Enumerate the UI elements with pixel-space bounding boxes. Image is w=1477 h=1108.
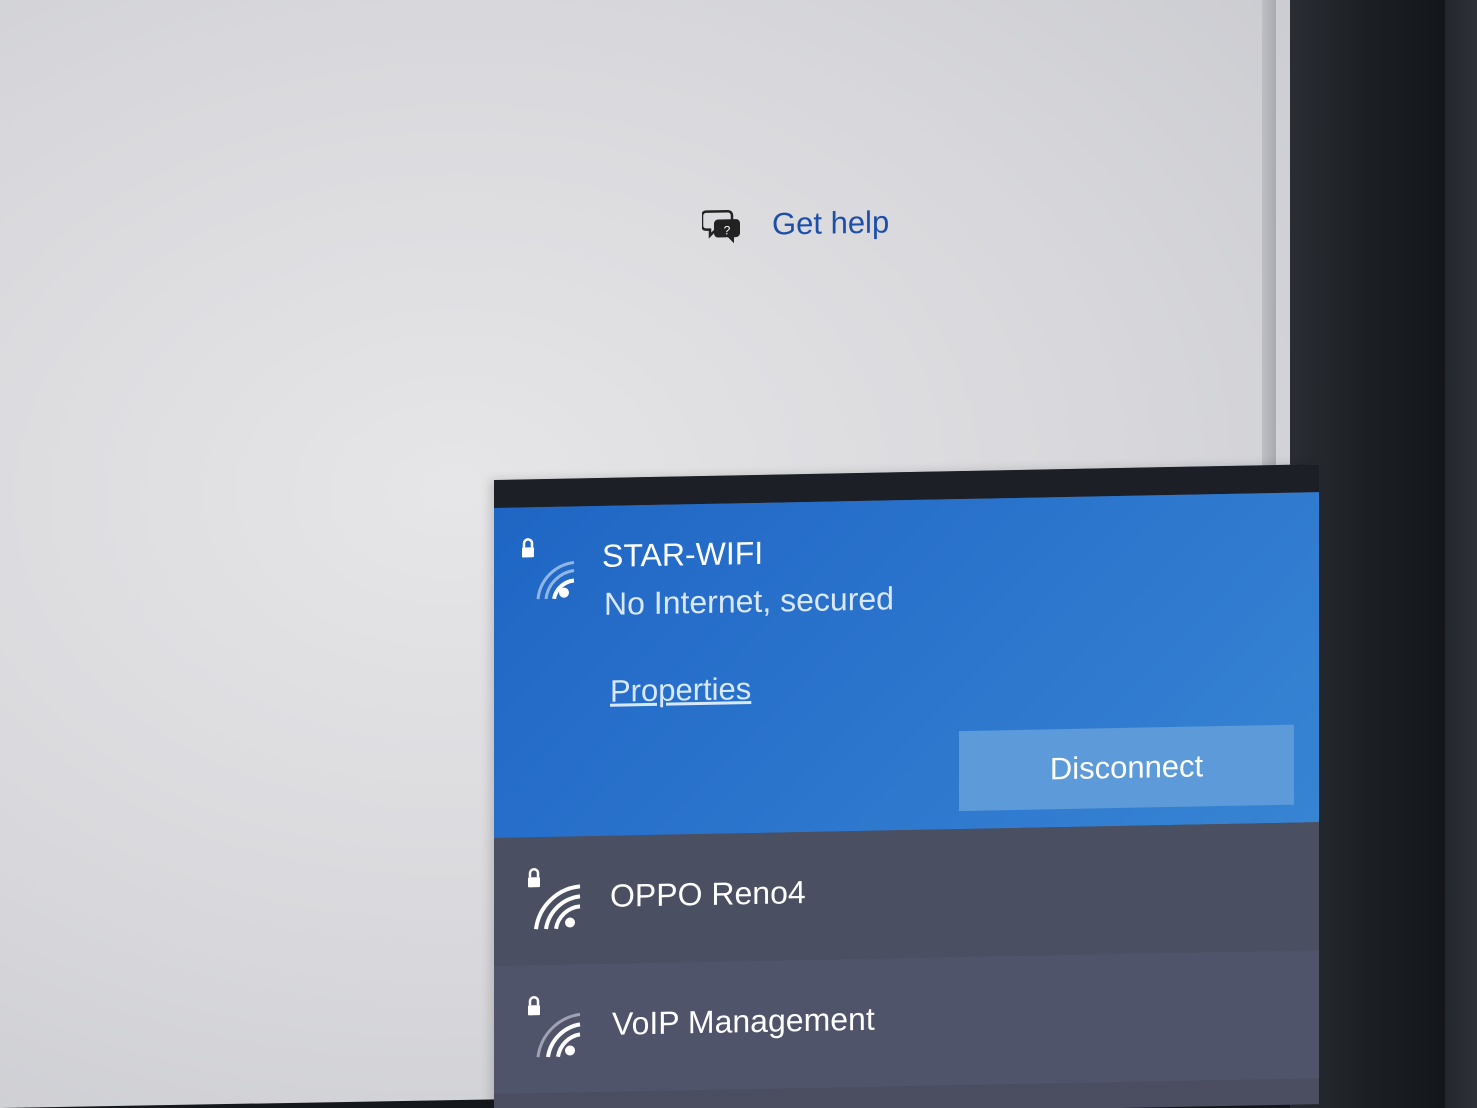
network-ssid: OPPO Reno4 [610,874,806,914]
laptop-bezel-edge [1445,0,1477,1108]
network-flyout: STAR-WIFI No Internet, secured Propertie… [494,464,1319,1108]
disconnect-button[interactable]: Disconnect [959,724,1294,812]
svg-text:?: ? [724,223,731,237]
properties-link[interactable]: Properties [610,671,751,710]
network-ssid: VoIP Management [612,1000,875,1042]
connected-network-panel[interactable]: STAR-WIFI No Internet, secured Propertie… [494,492,1319,838]
connected-network-status: No Internet, secured [604,580,894,622]
connected-network-ssid: STAR-WIFI [602,534,764,574]
get-help-link[interactable]: ? Get help [702,202,889,245]
chat-help-icon: ? [702,210,740,244]
screen: ✕ ? Get help STAR-WIFI No Interne [0,0,1477,1108]
wifi-signal-icon [522,538,575,600]
wifi-signal-icon [528,868,581,930]
get-help-label: Get help [772,204,890,242]
network-list-item[interactable]: OPPO Reno4 [494,822,1319,966]
wifi-signal-icon [528,996,581,1058]
network-list-item[interactable]: VoIP Management [494,950,1319,1094]
